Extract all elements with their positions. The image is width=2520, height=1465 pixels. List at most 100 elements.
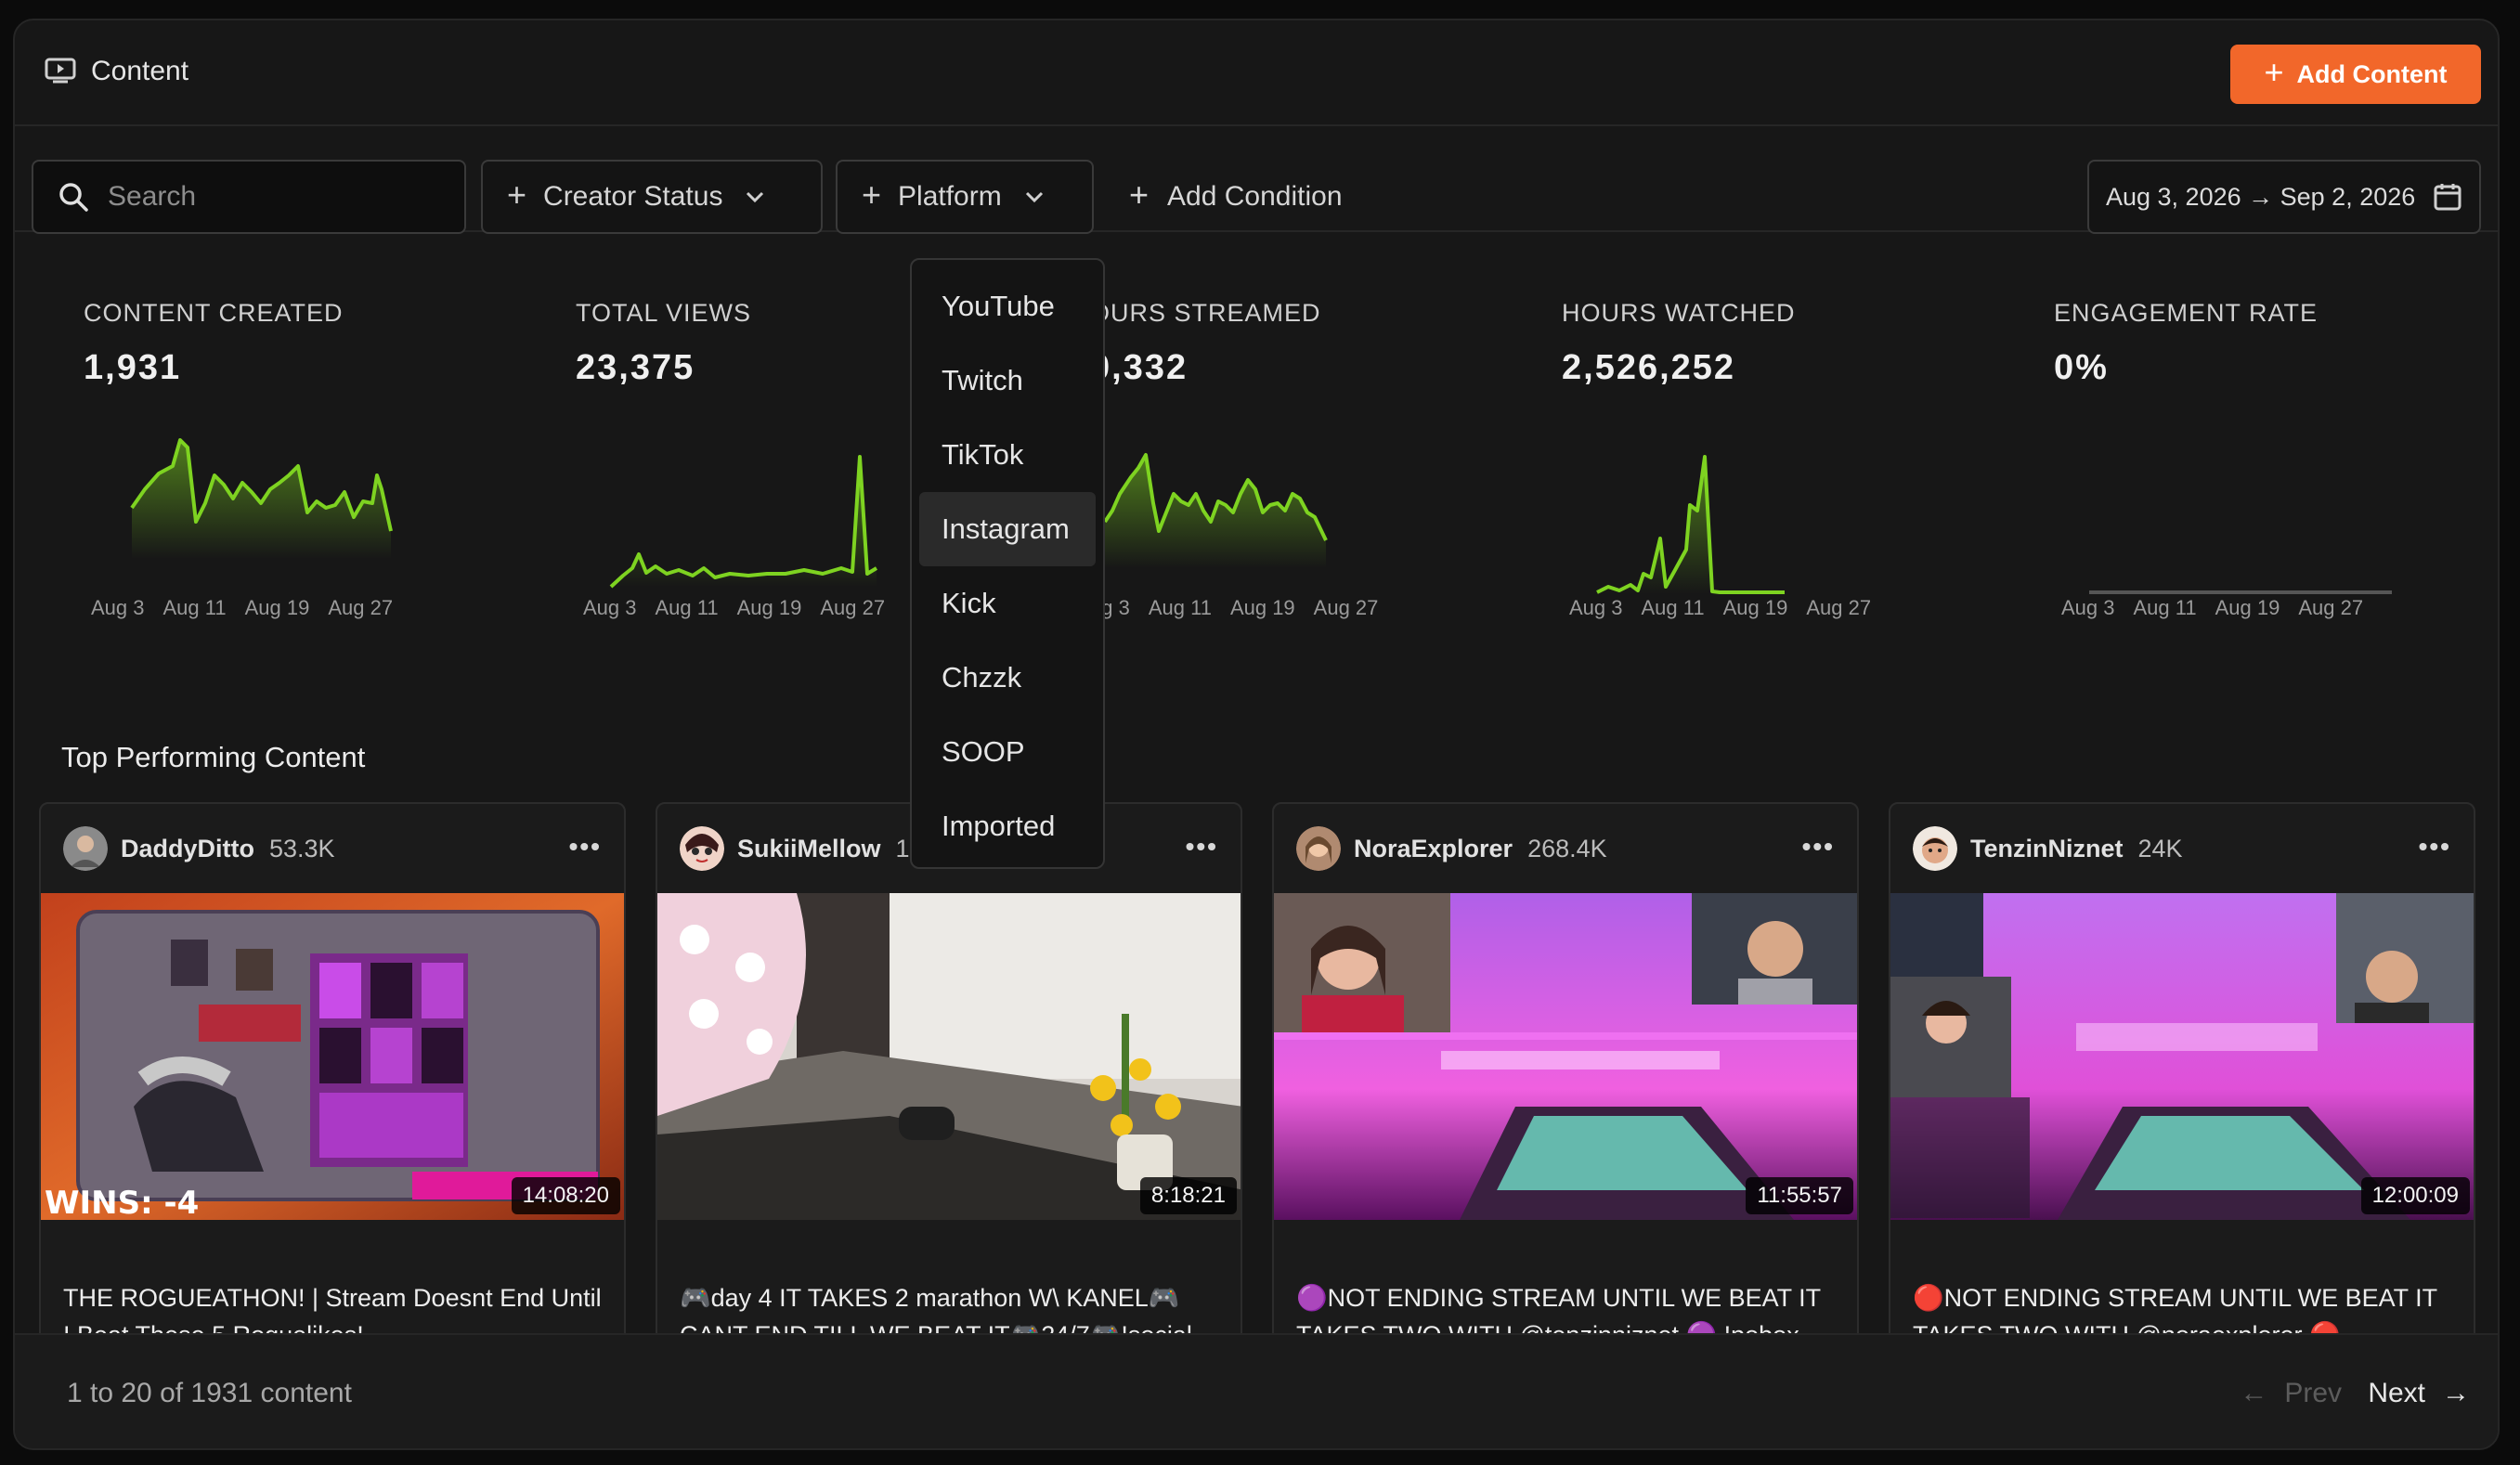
stat-value: 23,375	[576, 348, 695, 387]
arrow-right-icon: →	[2442, 1378, 2470, 1408]
stat-label: OURS STREAMED	[1090, 299, 1321, 327]
avatar	[1913, 826, 1957, 871]
next-button[interactable]: Next →	[2368, 1378, 2470, 1409]
more-options-icon[interactable]: •••	[569, 832, 602, 862]
sparkline-axis: Aug 3 Aug 11 Aug 19 Aug 27	[91, 596, 393, 620]
thumbnail-image	[657, 893, 1241, 1220]
more-options-icon[interactable]: •••	[1186, 832, 1218, 862]
add-condition-button[interactable]: + Add Condition	[1129, 160, 1343, 234]
pagination-footer: 1 to 20 of 1931 content ← Prev Next →	[15, 1333, 2498, 1448]
stat-content-created: CONTENT CREATED 1,931	[84, 299, 455, 388]
video-duration: 14:08:20	[511, 1177, 620, 1214]
plus-icon: +	[1129, 175, 1150, 214]
creator-name[interactable]: NoraExplorer	[1354, 835, 1513, 863]
thumbnail-image	[1890, 893, 2474, 1220]
menu-item-twitch[interactable]: Twitch	[919, 344, 1096, 418]
video-thumbnail[interactable]: 8:18:21	[657, 893, 1241, 1220]
menu-item-imported[interactable]: Imported	[919, 789, 1096, 863]
menu-item-kick[interactable]: Kick	[919, 566, 1096, 641]
axis-tick: Aug 27	[1313, 596, 1379, 619]
card-header: TenzinNiznet 24K	[1890, 804, 2474, 893]
calendar-icon	[2434, 184, 2462, 211]
plus-icon: +	[507, 175, 527, 214]
axis-tick: Aug 11	[655, 596, 719, 619]
stat-value: 0%	[2054, 348, 2109, 387]
stat-value: 1,931	[84, 348, 182, 387]
platform-dropdown-menu: YouTube Twitch TikTok Instagram Kick Chz…	[910, 258, 1105, 869]
content-card[interactable]: NoraExplorer 268.4K ••• 11:55:57 🟣NOT EN…	[1272, 802, 1859, 1359]
axis-tick: Aug 27	[328, 596, 394, 619]
chevron-down-icon	[1025, 191, 1043, 203]
thumbnail-image: WINS: -4	[41, 893, 624, 1220]
sparkline-axis: Aug 3 Aug 11 Aug 19 Aug 27	[1569, 596, 1871, 620]
stat-value: 2,526,252	[1562, 348, 1736, 387]
axis-tick: Aug 19	[736, 596, 802, 619]
search-icon	[59, 183, 88, 212]
sparkline-axis: Aug 3 Aug 11 Aug 19 Aug 27	[583, 596, 885, 620]
stat-label: TOTAL VIEWS	[576, 299, 752, 327]
axis-tick: Aug 19	[2215, 596, 2280, 619]
plus-icon: +	[862, 175, 882, 214]
card-header: DaddyDitto 53.3K	[41, 804, 624, 893]
date-range-picker[interactable]: Aug 3, 2026 → Sep 2, 2026	[2087, 160, 2481, 234]
platform-filter[interactable]: + Platform	[836, 160, 1094, 234]
axis-tick: Aug 19	[244, 596, 310, 619]
menu-item-chzzk[interactable]: Chzzk	[919, 641, 1096, 715]
video-duration: 8:18:21	[1139, 1177, 1237, 1214]
creator-name[interactable]: TenzinNiznet	[1970, 835, 2124, 863]
axis-tick: Aug 27	[2298, 596, 2364, 619]
axis-tick: Aug 11	[162, 596, 227, 619]
stat-total-views: TOTAL VIEWS 23,375	[576, 299, 947, 388]
axis-tick: Aug 3	[583, 596, 637, 619]
card-header: NoraExplorer 268.4K	[1274, 804, 1857, 893]
search-input[interactable]: Search	[32, 160, 466, 234]
video-thumbnail[interactable]: WINS: -4 14:08:20	[41, 893, 624, 1220]
content-panel: Content + Add Content Search + Creator S…	[13, 19, 2500, 1450]
stat-engagement-rate: ENGAGEMENT RATE 0%	[2054, 299, 2425, 388]
section-title: Top Performing Content	[61, 741, 366, 773]
stat-hours-watched: HOURS WATCHED 2,526,252	[1562, 299, 1933, 388]
add-content-button[interactable]: + Add Content	[2230, 45, 2481, 104]
follower-count: 268.4K	[1527, 834, 1607, 862]
menu-item-soop[interactable]: SOOP	[919, 715, 1096, 789]
avatar	[63, 826, 108, 871]
plus-icon: +	[2264, 53, 2284, 91]
result-count: 1 to 20 of 1931 content	[67, 1378, 352, 1408]
creator-name[interactable]: DaddyDitto	[121, 835, 254, 863]
video-duration: 11:55:57	[1746, 1177, 1853, 1214]
sparkline-axis: Aug 3 Aug 11 Aug 19 Aug 27	[2061, 596, 2363, 620]
menu-item-tiktok[interactable]: TikTok	[919, 418, 1096, 492]
axis-tick: Aug 3	[91, 596, 145, 619]
wins-overlay: WINS: -4	[45, 1185, 199, 1220]
video-thumbnail[interactable]: 11:55:57	[1274, 893, 1857, 1220]
creator-name[interactable]: SukiiMellow	[737, 835, 881, 863]
content-card[interactable]: TenzinNiznet 24K ••• 12:00:09 🔴NOT ENDIN…	[1889, 802, 2475, 1359]
sparkline-axis: ug 3 Aug 11 Aug 19 Aug 27	[1090, 596, 1378, 620]
platform-label: Platform	[898, 181, 1002, 212]
axis-tick: Aug 27	[1806, 596, 1872, 619]
menu-item-instagram[interactable]: Instagram	[919, 492, 1096, 566]
page-title: Content	[91, 56, 189, 86]
stat-label: HOURS WATCHED	[1562, 299, 1796, 327]
video-thumbnail[interactable]: 12:00:09	[1890, 893, 2474, 1220]
avatar	[680, 826, 724, 871]
creator-status-filter[interactable]: + Creator Status	[481, 160, 823, 234]
avatar	[1296, 826, 1341, 871]
stat-label: CONTENT CREATED	[84, 299, 344, 327]
content-card[interactable]: SukiiMellow 157.7K •••	[656, 802, 1242, 1359]
creator-status-label: Creator Status	[543, 181, 723, 212]
content-card[interactable]: DaddyDitto 53.3K ••• WINS: -4 14:08:20 T…	[39, 802, 626, 1359]
filter-bar: Search + Creator Status + Platform + Add…	[15, 128, 2498, 234]
axis-tick: Aug 11	[2133, 596, 2197, 619]
axis-tick: Aug 19	[1722, 596, 1788, 619]
more-options-icon[interactable]: •••	[1802, 832, 1835, 862]
prev-button[interactable]: ← Prev	[2240, 1378, 2342, 1409]
stat-value: 0,332	[1090, 348, 1189, 387]
chevron-down-icon	[747, 191, 764, 203]
more-options-icon[interactable]: •••	[2419, 832, 2451, 862]
menu-item-youtube[interactable]: YouTube	[919, 269, 1096, 344]
page-header: Content + Add Content	[15, 20, 2498, 126]
stat-hours-streamed: OURS STREAMED 0,332	[1090, 299, 1461, 388]
search-placeholder: Search	[108, 181, 197, 212]
axis-tick: Aug 19	[1229, 596, 1295, 619]
